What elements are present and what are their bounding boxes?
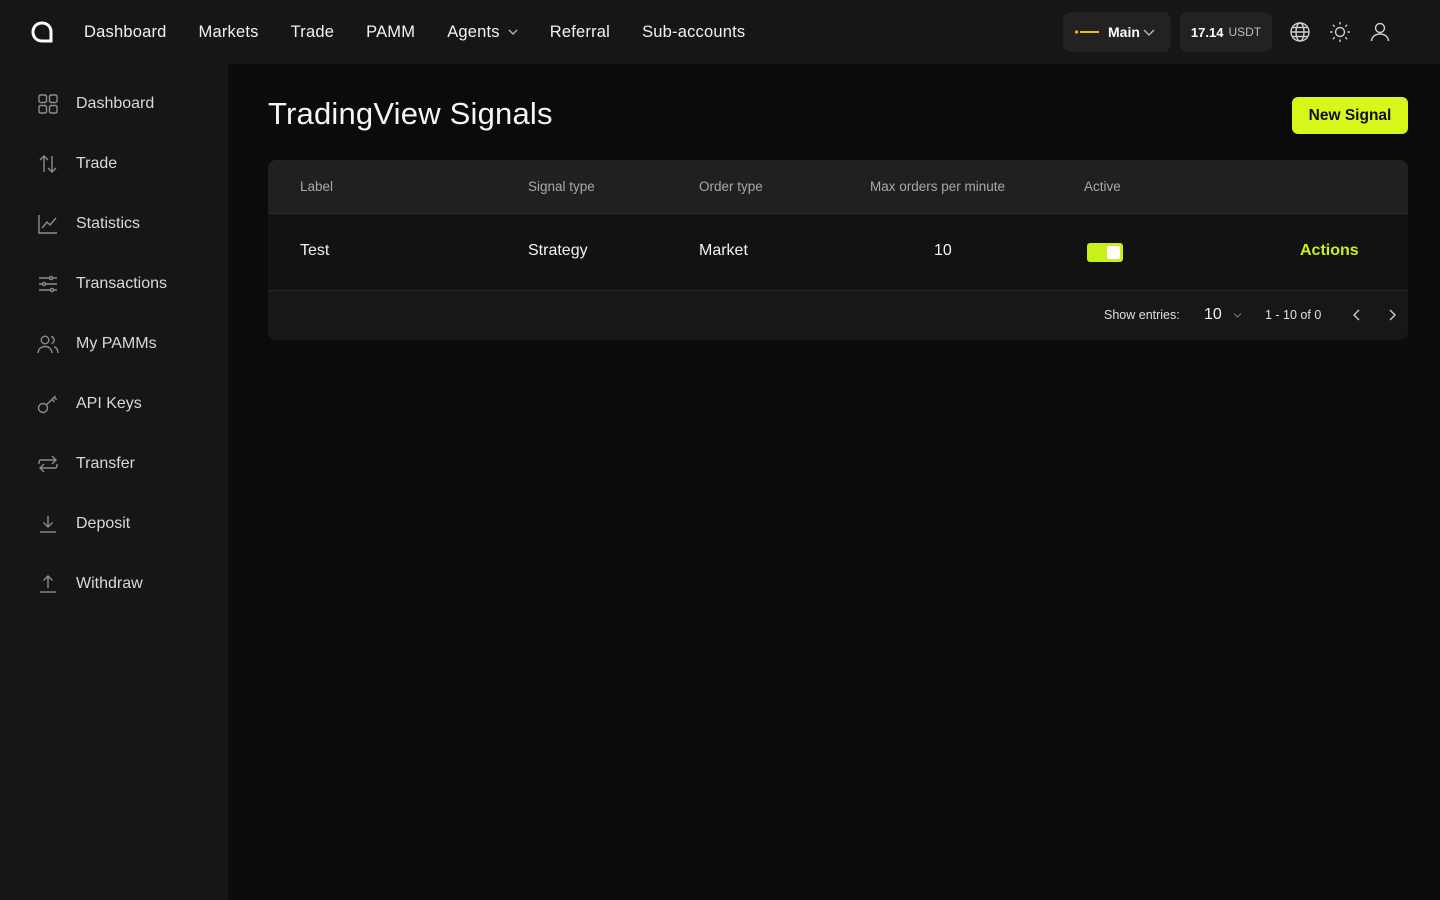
download-icon (40, 516, 56, 533)
table-footer: Show entries: 10 1 - 10 of 0 (268, 291, 1408, 340)
toggle-knob (1107, 246, 1120, 259)
sliders-icon (39, 275, 57, 293)
sidebar-item-transactions[interactable]: Transactions (36, 269, 167, 299)
cell-signal-type: Strategy (528, 242, 588, 259)
sidebar-item-api-keys[interactable]: API Keys (36, 389, 142, 419)
table-header: Label Signal type Order type Max orders … (268, 160, 1408, 214)
active-toggle[interactable] (1087, 243, 1123, 262)
sidebar-item-statistics[interactable]: Statistics (36, 209, 140, 239)
globe-icon[interactable] (1288, 20, 1312, 44)
chevron-down-icon (1143, 29, 1155, 36)
account-name: Main (1108, 24, 1140, 40)
balance-display[interactable]: 17.14 USDT (1180, 12, 1272, 52)
sidebar-item-label: Dashboard (76, 95, 155, 112)
balance-currency: USDT (1228, 25, 1262, 39)
topnav-dashboard[interactable]: Dashboard (84, 23, 167, 42)
column-header-max-orders: Max orders per minute (870, 179, 1006, 194)
topnav-trade[interactable]: Trade (291, 23, 335, 42)
cell-label: Test (300, 242, 330, 259)
column-header-active: Active (1084, 179, 1121, 194)
sidebar-item-dashboard[interactable]: Dashboard (36, 89, 154, 119)
grid-icon (38, 94, 58, 114)
sidebar-item-trade[interactable]: Trade (36, 149, 117, 179)
upload-icon (40, 575, 56, 593)
column-header-label: Label (300, 179, 334, 194)
topnav-agents[interactable]: Agents (447, 23, 518, 42)
chevron-down-icon (1233, 313, 1242, 318)
sidebar-item-label: Statistics (76, 215, 141, 232)
topnav-markets[interactable]: Markets (199, 23, 259, 42)
chevron-down-icon (508, 29, 518, 35)
sidebar-item-label: My PAMMs (76, 335, 157, 352)
column-header-signal-type: Signal type (528, 179, 595, 194)
sidebar: Dashboard Trade Statistics Transactions (0, 64, 228, 900)
column-header-order-type: Order type (699, 179, 763, 194)
chevron-right-icon[interactable] (1385, 308, 1399, 322)
sidebar-item-label: Transactions (76, 275, 167, 292)
actions-button[interactable]: Actions (1300, 242, 1359, 260)
sidebar-item-withdraw[interactable]: Withdraw (36, 569, 143, 599)
top-bar: Dashboard Markets Trade PAMM Agents Refe… (0, 0, 1440, 64)
topnav-pamm[interactable]: PAMM (366, 23, 415, 42)
key-icon (37, 395, 58, 414)
chart-line-icon (38, 215, 57, 234)
sidebar-item-deposit[interactable]: Deposit (36, 509, 130, 539)
new-signal-button[interactable]: New Signal (1292, 97, 1408, 134)
signals-table: Label Signal type Order type Max orders … (268, 160, 1408, 340)
sidebar-item-label: Trade (76, 155, 118, 172)
entries-value: 10 (1204, 306, 1222, 323)
page-title: TradingView Signals (268, 96, 553, 131)
binance-logo-icon (1075, 29, 1099, 35)
sidebar-item-label: Transfer (76, 455, 135, 472)
sidebar-item-label: API Keys (76, 395, 142, 412)
topnav-referral[interactable]: Referral (550, 23, 610, 42)
app-logo-icon[interactable] (30, 20, 54, 44)
user-icon[interactable] (1368, 20, 1392, 44)
cell-order-type: Market (699, 242, 748, 259)
topnav-sub-accounts[interactable]: Sub-accounts (642, 23, 745, 42)
pagination-range: 1 - 10 of 0 (1265, 308, 1322, 322)
sidebar-item-label: Withdraw (76, 575, 143, 592)
show-entries-label: Show entries: (1104, 308, 1180, 322)
top-nav: Dashboard Markets Trade PAMM Agents Refe… (84, 0, 777, 64)
sun-icon[interactable] (1328, 20, 1352, 44)
cell-max-orders: 10 (934, 242, 952, 259)
balance-value: 17.14 (1190, 24, 1224, 40)
sidebar-item-my-pamms[interactable]: My PAMMs (36, 329, 157, 359)
entries-per-page-select[interactable]: 10 (1196, 302, 1244, 328)
table-row: Test Strategy Market 10 Actions (268, 214, 1408, 291)
chevron-left-icon[interactable] (1350, 308, 1364, 322)
sidebar-item-label: Deposit (76, 515, 131, 532)
arrows-updown-icon (39, 155, 57, 173)
transfer-icon (38, 455, 58, 473)
account-selector[interactable]: Main (1063, 12, 1171, 52)
sidebar-item-transfer[interactable]: Transfer (36, 449, 135, 479)
users-icon (37, 335, 59, 354)
